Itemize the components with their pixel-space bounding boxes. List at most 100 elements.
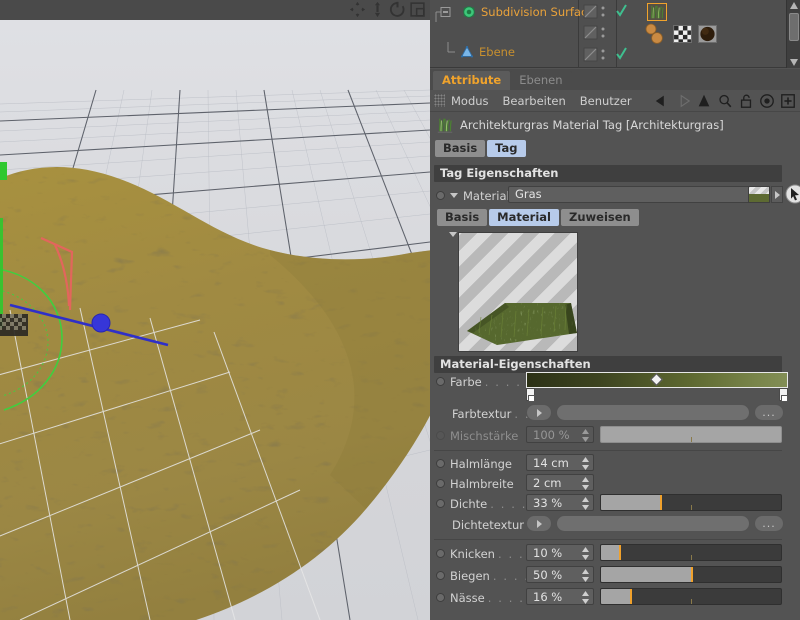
mix-strength-slider[interactable] [600, 426, 782, 443]
chevron-down-icon[interactable] [450, 193, 458, 198]
spinner-arrows-icon[interactable] [582, 547, 589, 560]
scroll-up-arrow[interactable] [787, 0, 800, 11]
tree-expand-area[interactable] [432, 2, 462, 22]
panel-grip-handle[interactable] [434, 94, 445, 107]
inner-tab-material[interactable]: Material [489, 209, 559, 226]
density-slider[interactable] [600, 494, 782, 511]
color-gradient-bar[interactable] [526, 372, 788, 388]
material-label: Material [463, 189, 510, 203]
tag-inner-tabs[interactable]: Basis Material Zuweisen [437, 209, 639, 226]
attribute-manager-menubar[interactable]: Modus Bearbeiten Benutzer [430, 90, 800, 112]
object-manager[interactable]: Subdivision Surface Ebene [430, 0, 800, 68]
target-icon[interactable] [759, 93, 775, 109]
bend-label: Biegen [450, 569, 490, 583]
attribute-subtabs[interactable]: Basis Tag [430, 139, 800, 158]
blade-width-label: Halmbreite [450, 477, 514, 491]
color-row: Farbe . . . . [436, 372, 533, 391]
animation-keyframe-dot[interactable] [436, 431, 445, 440]
kink-field[interactable]: 10 % [526, 544, 594, 561]
density-field[interactable]: 33 % [526, 494, 594, 511]
menu-benutzer[interactable]: Benutzer [580, 94, 632, 108]
spinner-arrows-icon[interactable] [582, 429, 589, 442]
rotate-camera-icon[interactable] [389, 1, 406, 18]
blade-length-field[interactable]: 14 cm [526, 454, 594, 471]
expand-toggle-icon[interactable] [432, 2, 462, 22]
preview-collapse-icon[interactable] [449, 232, 457, 237]
inner-tab-zuweisen[interactable]: Zuweisen [561, 209, 639, 226]
gradient-stop-left[interactable] [526, 388, 535, 401]
grass-material-tag-icon[interactable] [647, 3, 667, 21]
lock-icon[interactable] [738, 93, 754, 109]
subtab-basis[interactable]: Basis [435, 140, 485, 157]
grass-material-preview[interactable] [458, 232, 578, 352]
brown-sphere-material-tag[interactable] [698, 25, 717, 43]
density-texture-slot[interactable] [556, 515, 750, 532]
maximize-viewport-icon[interactable] [409, 1, 426, 18]
scroll-down-arrow[interactable] [787, 57, 800, 68]
tab-attribute[interactable]: Attribute [433, 71, 510, 90]
density-texture-browse-button[interactable]: ... [754, 515, 784, 532]
texture-tag-orange[interactable] [644, 23, 670, 45]
plane-object-icon [460, 45, 474, 59]
spinner-arrows-icon[interactable] [582, 457, 589, 470]
material-dropdown-button[interactable] [771, 186, 783, 203]
checker-material-tag[interactable] [673, 25, 692, 43]
subtab-tag[interactable]: Tag [487, 140, 525, 157]
material-swatch-icon[interactable] [748, 186, 770, 203]
page-title: Architekturgras Material Tag [Architektu… [460, 118, 724, 132]
animation-keyframe-dot[interactable] [436, 571, 445, 580]
spinner-arrows-icon[interactable] [582, 497, 589, 510]
search-icon[interactable] [717, 93, 733, 109]
chevron-right-icon [775, 191, 780, 199]
animation-keyframe-dot[interactable] [436, 191, 445, 200]
perspective-viewport[interactable] [0, 0, 430, 620]
menu-modus[interactable]: Modus [451, 94, 489, 108]
color-texture-menu-button[interactable] [526, 404, 552, 421]
density-texture-label: Dichtetextur [452, 518, 524, 532]
enabled-checkmark-column[interactable] [614, 0, 630, 68]
inner-tab-basis[interactable]: Basis [437, 209, 487, 226]
attribute-title-row: Architekturgras Material Tag [Architektu… [430, 113, 800, 137]
arrow-cursor-icon[interactable] [785, 184, 800, 204]
object-manager-scrollbar[interactable] [786, 0, 800, 68]
viewport-gizmo-overlay[interactable] [0, 20, 430, 620]
material-link-field[interactable]: Gras [508, 186, 752, 203]
subdivision-surface-icon [462, 5, 476, 19]
blade-width-field[interactable]: 2 cm [526, 474, 594, 491]
tag-column[interactable] [630, 0, 790, 68]
animation-keyframe-dot[interactable] [436, 499, 445, 508]
density-texture-menu-button[interactable] [526, 515, 552, 532]
animation-keyframe-dot[interactable] [436, 459, 445, 468]
wetness-field[interactable]: 16 % [526, 588, 594, 605]
bend-field[interactable]: 50 % [526, 566, 594, 583]
animation-keyframe-dot[interactable] [436, 593, 445, 602]
gradient-stop-right[interactable] [779, 388, 788, 401]
animation-keyframe-dot[interactable] [436, 479, 445, 488]
color-texture-slot[interactable] [556, 404, 750, 421]
menu-bearbeiten[interactable]: Bearbeiten [503, 94, 566, 108]
visibility-toggle-column[interactable] [582, 0, 614, 68]
attribute-manager-tabbar[interactable]: Attribute Ebenen [430, 69, 800, 90]
forward-arrow-icon[interactable] [675, 93, 691, 109]
color-texture-browse-button[interactable]: ... [754, 404, 784, 421]
cinema4d-window: Subdivision Surface Ebene [0, 0, 800, 620]
move-camera-icon[interactable] [349, 1, 366, 18]
mix-strength-field[interactable]: 100 % [526, 426, 594, 443]
back-arrow-icon[interactable] [654, 93, 670, 109]
scrollbar-thumb[interactable] [789, 13, 799, 41]
spinner-arrows-icon[interactable] [582, 591, 589, 604]
spinner-arrows-icon[interactable] [582, 477, 589, 490]
tab-ebenen[interactable]: Ebenen [510, 71, 571, 90]
mix-strength-label: Mischstärke [450, 429, 518, 443]
bend-slider[interactable] [600, 566, 782, 583]
pan-camera-icon[interactable] [369, 1, 386, 18]
color-label: Farbe [450, 375, 482, 389]
spinner-arrows-icon[interactable] [582, 569, 589, 582]
wetness-slider[interactable] [600, 588, 782, 605]
kink-slider[interactable] [600, 544, 782, 561]
animation-keyframe-dot[interactable] [436, 377, 445, 386]
gradient-midpoint-handle[interactable] [650, 373, 663, 386]
up-arrow-icon[interactable] [696, 93, 712, 109]
add-icon[interactable] [780, 93, 796, 109]
animation-keyframe-dot[interactable] [436, 549, 445, 558]
